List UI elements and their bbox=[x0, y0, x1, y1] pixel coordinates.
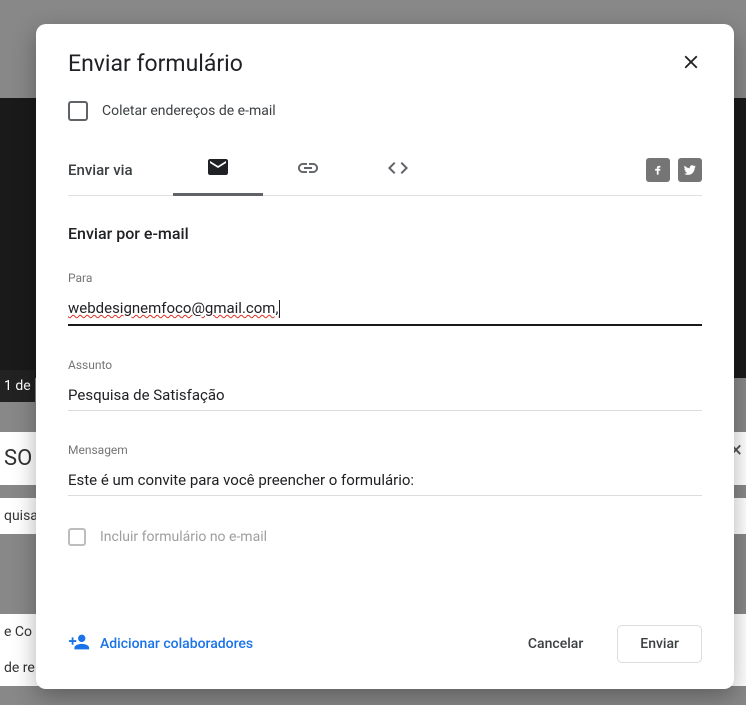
message-label: Mensagem bbox=[68, 443, 702, 457]
dialog-footer: Adicionar colaboradores Cancelar Enviar bbox=[68, 625, 702, 663]
send-via-label: Enviar via bbox=[68, 161, 133, 179]
message-field: Mensagem bbox=[68, 443, 702, 496]
to-input[interactable]: webdesignemfoco@gmail.com, bbox=[68, 295, 702, 326]
collect-emails-label: Coletar endereços de e-mail bbox=[102, 103, 276, 119]
send-button[interactable]: Enviar bbox=[617, 625, 702, 663]
backdrop-date: 1 de bbox=[0, 370, 35, 402]
send-via-tabs: Enviar via bbox=[68, 145, 702, 196]
message-input[interactable] bbox=[68, 467, 702, 496]
cancel-button[interactable]: Cancelar bbox=[506, 626, 605, 662]
subject-label: Assunto bbox=[68, 358, 702, 372]
email-icon bbox=[206, 155, 230, 183]
section-title: Enviar por e-mail bbox=[68, 224, 702, 243]
embed-icon bbox=[386, 156, 410, 184]
footer-buttons: Cancelar Enviar bbox=[506, 625, 702, 663]
add-collaborators-link[interactable]: Adicionar colaboradores bbox=[68, 631, 253, 657]
link-icon bbox=[296, 156, 320, 184]
social-icons bbox=[646, 158, 702, 182]
tab-email[interactable] bbox=[173, 145, 263, 196]
facebook-icon[interactable] bbox=[646, 158, 670, 182]
tab-embed[interactable] bbox=[353, 146, 443, 194]
collect-emails-checkbox[interactable] bbox=[68, 101, 88, 121]
include-form-row: Incluir formulário no e-mail bbox=[68, 528, 702, 546]
dialog-title: Enviar formulário bbox=[68, 50, 243, 77]
tab-link[interactable] bbox=[263, 146, 353, 194]
include-form-checkbox[interactable] bbox=[68, 528, 86, 546]
add-collaborators-label: Adicionar colaboradores bbox=[100, 636, 253, 652]
person-add-icon bbox=[68, 631, 90, 657]
to-value: webdesignemfoco@gmail.com, bbox=[68, 299, 278, 317]
close-icon[interactable] bbox=[680, 51, 702, 77]
twitter-icon[interactable] bbox=[678, 158, 702, 182]
include-form-label: Incluir formulário no e-mail bbox=[100, 529, 267, 545]
subject-input[interactable] bbox=[68, 382, 702, 411]
to-field: Para webdesignemfoco@gmail.com, bbox=[68, 271, 702, 326]
to-label: Para bbox=[68, 271, 702, 285]
text-cursor bbox=[279, 300, 280, 318]
dialog-header: Enviar formulário bbox=[68, 50, 702, 77]
send-form-dialog: Enviar formulário Coletar endereços de e… bbox=[36, 24, 734, 689]
collect-emails-row: Coletar endereços de e-mail bbox=[68, 101, 702, 121]
subject-field: Assunto bbox=[68, 358, 702, 411]
